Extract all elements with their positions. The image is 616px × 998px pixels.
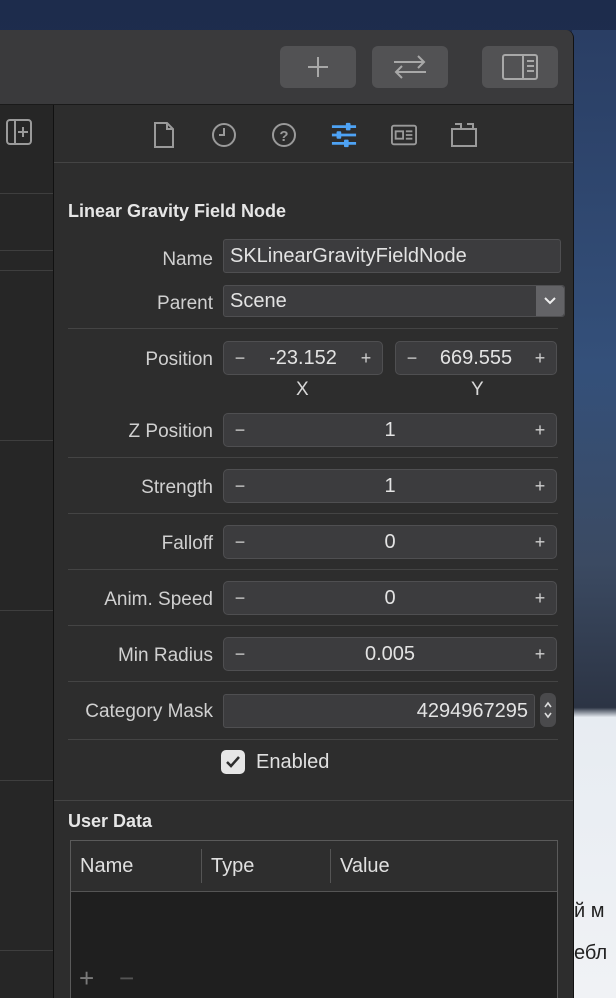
falloff-value[interactable]: 0 [256, 531, 524, 554]
strength-stepper[interactable]: − 1 + [223, 469, 557, 503]
decrement-button[interactable]: − [224, 644, 256, 665]
plus-icon [308, 57, 328, 77]
zposition-stepper[interactable]: − 1 + [223, 413, 557, 447]
desktop-wallpaper-edge [572, 30, 616, 998]
position-x-stepper[interactable]: − -23.152 + [223, 341, 383, 375]
falloff-stepper[interactable]: − 0 + [223, 525, 557, 559]
falloff-label: Falloff [161, 533, 213, 554]
divider [68, 625, 558, 626]
increment-button[interactable]: + [350, 348, 382, 369]
divider [68, 457, 558, 458]
increment-button[interactable]: + [524, 588, 556, 609]
increment-button[interactable]: + [524, 476, 556, 497]
right-panel-icon [502, 54, 538, 80]
inspector-tab-bar: ? [54, 105, 573, 163]
help-question-icon[interactable]: ? [271, 122, 297, 148]
minradius-value[interactable]: 0.005 [256, 643, 524, 666]
minradius-stepper[interactable]: − 0.005 + [223, 637, 557, 671]
library-box-icon[interactable] [451, 122, 477, 148]
increment-button[interactable]: + [524, 532, 556, 553]
file-icon[interactable] [151, 122, 177, 148]
divider [0, 610, 53, 611]
column-divider [201, 849, 202, 883]
window-toolbar [0, 30, 573, 105]
parent-popup[interactable]: Scene [223, 285, 565, 317]
position-y-stepper[interactable]: − 669.555 + [395, 341, 557, 375]
remove-row-button[interactable]: − [119, 963, 134, 994]
decrement-button[interactable]: − [224, 476, 256, 497]
add-button[interactable] [280, 46, 356, 88]
divider [68, 513, 558, 514]
divider [68, 569, 558, 570]
chevron-up-down-icon [544, 701, 552, 719]
svg-text:?: ? [279, 128, 288, 145]
column-header-name[interactable]: Name [80, 855, 133, 878]
size-ruler-icon[interactable] [391, 122, 417, 148]
divider [68, 739, 558, 740]
user-data-table[interactable]: Name Type Value + − [70, 840, 558, 998]
parent-label: Parent [157, 293, 213, 314]
decrement-button[interactable]: − [224, 420, 256, 441]
background-window-text: й м [574, 900, 605, 922]
categorymask-label: Category Mask [85, 701, 213, 722]
increment-button[interactable]: + [524, 348, 556, 369]
position-x-value[interactable]: -23.152 [256, 347, 350, 370]
categorymask-field[interactable]: 4294967295 [223, 694, 535, 728]
strength-value[interactable]: 1 [256, 475, 524, 498]
attributes-sliders-icon[interactable] [331, 122, 357, 148]
animspeed-stepper[interactable]: − 0 + [223, 581, 557, 615]
decrement-button[interactable]: − [224, 532, 256, 553]
divider [0, 780, 53, 781]
zposition-label: Z Position [128, 421, 213, 442]
enabled-checkbox[interactable] [221, 750, 245, 774]
toggle-inspector-button[interactable] [482, 46, 558, 88]
background-window-text: ебл [574, 942, 608, 964]
divider [54, 800, 573, 801]
animspeed-value[interactable]: 0 [256, 587, 524, 610]
strength-label: Strength [141, 477, 213, 498]
chevron-down-icon [536, 286, 564, 316]
swap-button[interactable] [372, 46, 448, 88]
add-row-button[interactable]: + [79, 963, 94, 994]
checkmark-icon [226, 756, 240, 768]
swap-arrows-icon [394, 55, 426, 79]
animspeed-label: Anim. Speed [104, 589, 213, 610]
name-field[interactable]: SKLinearGravityFieldNode [223, 239, 561, 273]
enabled-label: Enabled [256, 751, 330, 773]
navigator-pane [0, 105, 54, 998]
minradius-label: Min Radius [117, 645, 213, 666]
x-axis-label: X [296, 379, 309, 400]
add-editor-icon[interactable] [6, 119, 32, 145]
decrement-button[interactable]: − [224, 588, 256, 609]
column-header-type[interactable]: Type [211, 855, 254, 878]
column-divider [330, 849, 331, 883]
divider [0, 440, 53, 441]
categorymask-up-down-stepper[interactable] [540, 693, 556, 727]
attributes-inspector: ? Linear Gravity Field Node Name SKLinea… [54, 105, 573, 998]
increment-button[interactable]: + [524, 644, 556, 665]
divider [68, 328, 558, 329]
divider [0, 270, 53, 271]
column-header-value[interactable]: Value [340, 855, 390, 878]
name-label: Name [162, 249, 213, 270]
zposition-value[interactable]: 1 [256, 419, 524, 442]
y-axis-label: Y [471, 379, 484, 400]
table-header: Name Type Value [71, 841, 557, 892]
decrement-button[interactable]: − [224, 348, 256, 369]
user-data-title: User Data [68, 811, 153, 831]
increment-button[interactable]: + [524, 420, 556, 441]
section-title: Linear Gravity Field Node [68, 201, 287, 221]
position-y-value[interactable]: 669.555 [428, 347, 524, 370]
history-clock-icon[interactable] [211, 122, 237, 148]
xcode-window: ? Linear Gravity Field Node Name SKLinea… [0, 30, 574, 998]
divider [68, 681, 558, 682]
parent-value: Scene [230, 290, 287, 312]
divider [0, 950, 53, 951]
decrement-button[interactable]: − [396, 348, 428, 369]
divider [0, 250, 53, 251]
divider [0, 193, 53, 194]
position-label: Position [145, 349, 213, 370]
